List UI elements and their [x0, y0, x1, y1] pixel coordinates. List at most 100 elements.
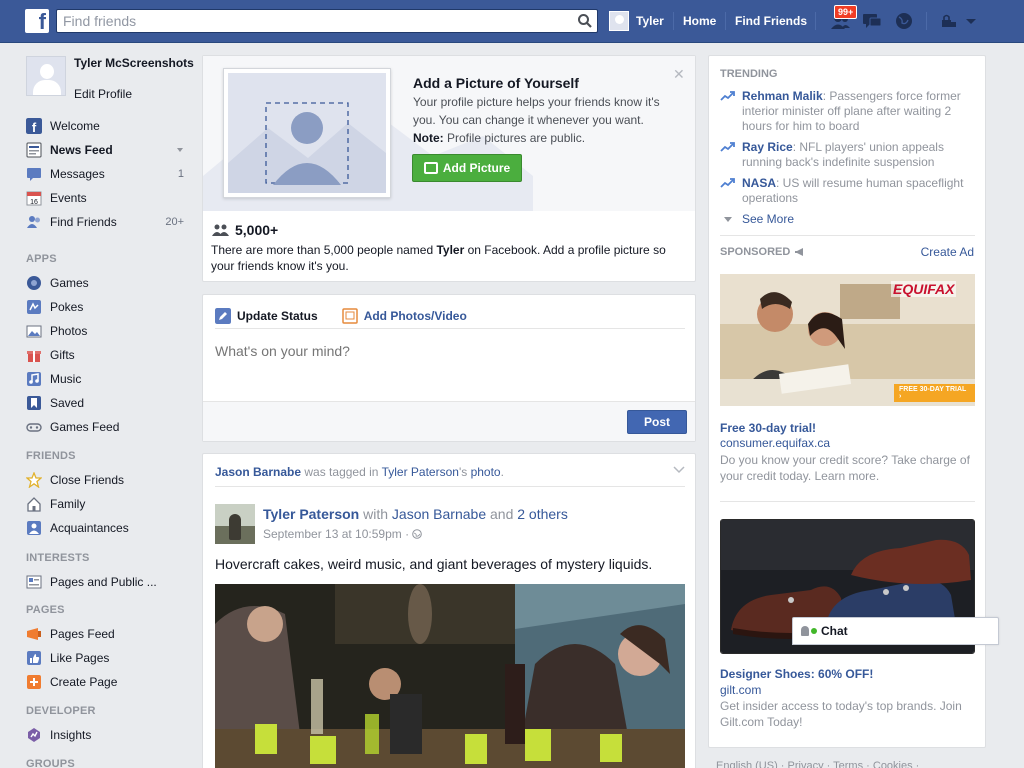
sidebar-item-label: Close Friends	[50, 473, 125, 487]
sidebar-item-messages[interactable]: Messages 1	[26, 162, 186, 186]
tab-update-status[interactable]: Update Status	[215, 307, 318, 324]
sidebar-item-like-pages[interactable]: Like Pages	[26, 646, 186, 670]
sponsored-label: SPONSORED	[720, 246, 791, 258]
star-icon	[26, 472, 42, 488]
globe-icon[interactable]	[893, 11, 915, 31]
sidebar-item-music[interactable]: Music	[26, 367, 186, 391]
person-icon	[801, 626, 809, 636]
tab-add-photos-video[interactable]: Add Photos/Video	[341, 307, 467, 324]
like-icon	[27, 651, 41, 665]
sidebar-item-pages-and-public[interactable]: Pages and Public ...	[26, 570, 186, 594]
fb-icon: f	[26, 118, 42, 134]
others-link[interactable]: 2 others	[517, 506, 568, 522]
sidebar-item-label: News Feed	[50, 143, 113, 157]
author-link[interactable]: Tyler Paterson	[263, 506, 359, 522]
footer-links[interactable]: English (US) · Privacy · Terms · Cookies…	[716, 760, 919, 768]
sidebar-item-welcome[interactable]: f Welcome	[26, 114, 186, 138]
chevron-down-icon[interactable]	[673, 464, 685, 474]
free-trial-ribbon: FREE 30-DAY TRIAL ›	[894, 384, 975, 402]
pages-feed-icon	[27, 628, 41, 640]
sidebar-item-pokes[interactable]: Pokes	[26, 295, 186, 319]
story-context-text: .	[500, 465, 504, 479]
notification-badge: 99+	[834, 5, 858, 19]
story-photo[interactable]	[215, 584, 685, 768]
sidebar-item-news-feed[interactable]: News Feed	[26, 138, 186, 162]
close-icon[interactable]: ✕	[673, 66, 685, 83]
post-button[interactable]: Post	[627, 410, 687, 434]
sidebar-item-pages-feed[interactable]: Pages Feed	[26, 622, 186, 646]
story-timestamp[interactable]: September 13 at 10:59pm ·	[263, 527, 423, 541]
ad-url-link[interactable]: gilt.com	[720, 683, 761, 697]
add-picture-button-label: Add Picture	[442, 161, 511, 175]
sidebar-item-games-feed[interactable]: Games Feed	[26, 415, 186, 439]
add-picture-button[interactable]: Add Picture	[412, 154, 522, 182]
ad-title-link[interactable]: Designer Shoes: 60% OFF!	[720, 667, 873, 681]
add-picture-text: Your profile picture helps your friends …	[413, 93, 683, 147]
sidebar-item-gifts[interactable]: Gifts	[26, 343, 186, 367]
author-avatar[interactable]	[215, 504, 255, 544]
trending-item[interactable]: Rehman Malik: Passengers force former in…	[720, 89, 975, 134]
sidebar-item-label: Pokes	[50, 300, 84, 314]
nav-home-link[interactable]: Home	[683, 14, 716, 28]
sidebar-item-insights[interactable]: Insights	[26, 723, 186, 747]
sidebar-item-label: Events	[50, 191, 87, 205]
search-icon[interactable]	[577, 13, 593, 29]
create-ad-link[interactable]: Create Ad	[921, 245, 974, 259]
gifts-icon	[27, 351, 41, 362]
party-scene-photo	[215, 584, 685, 768]
messages-icon[interactable]	[861, 11, 883, 31]
facebook-logo-icon[interactable]: f	[25, 9, 49, 33]
status-input[interactable]	[215, 343, 675, 359]
edit-profile-link[interactable]: Edit Profile	[74, 87, 132, 101]
sidebar-item-label: Saved	[50, 396, 85, 410]
search-box	[56, 9, 598, 33]
see-more-link[interactable]: See More	[724, 212, 794, 226]
with-friend-link[interactable]: Jason Barnabe	[392, 506, 486, 522]
sidebar-item-count: 20+	[165, 216, 184, 228]
pokes-icon	[27, 300, 41, 314]
profile-name-link[interactable]: Tyler McScreenshots	[74, 56, 194, 71]
privacy-lock-icon[interactable]	[938, 11, 960, 31]
trending-arrow-icon	[720, 142, 735, 152]
trending-item[interactable]: NASA: US will resume human spaceflight o…	[720, 176, 975, 206]
photo-link[interactable]: photo	[471, 465, 501, 479]
sidebar-item-label: Create Page	[50, 675, 118, 689]
timestamp-text: September 13 at 10:59pm ·	[263, 527, 413, 541]
sidebar-item-saved[interactable]: Saved	[26, 391, 186, 415]
owner-link[interactable]: Tyler Paterson	[382, 465, 459, 479]
chevron-down-icon[interactable]	[176, 146, 184, 154]
section-header-pages: PAGES	[26, 604, 65, 616]
sidebar-item-family[interactable]: Family	[26, 492, 186, 516]
sidebar-item-label: Family	[50, 497, 86, 511]
trending-arrow-icon	[720, 178, 735, 188]
megaphone-icon	[795, 248, 804, 256]
chevron-down-icon[interactable]	[964, 11, 978, 31]
sidebar-item-events[interactable]: 16 Events	[26, 186, 186, 210]
nav-profile-link[interactable]: Tyler	[609, 10, 664, 32]
sidebar-item-label: Messages	[50, 167, 105, 181]
family-icon	[27, 497, 41, 512]
equifax-brand: EQUIFAX	[891, 281, 957, 297]
equifax-ad-image[interactable]: EQUIFAX FREE 30-DAY TRIAL ›	[720, 274, 975, 406]
games-icon	[27, 276, 41, 290]
ad-title-link[interactable]: Free 30-day trial!	[720, 421, 816, 435]
tagger-link[interactable]: Jason Barnabe	[215, 465, 301, 479]
sidebar-item-photos[interactable]: Photos	[26, 319, 186, 343]
story-text: Hovercraft cakes, weird music, and giant…	[215, 556, 653, 572]
nav-find-friends-link[interactable]: Find Friends	[735, 14, 807, 28]
sidebar-item-games[interactable]: Games	[26, 271, 186, 295]
people-count: 5,000+	[212, 222, 278, 238]
see-more-label: See More	[742, 212, 795, 226]
ad-url-link[interactable]: consumer.equifax.ca	[720, 436, 830, 450]
chat-tab[interactable]: Chat	[792, 617, 999, 645]
sidebar-item-close-friends[interactable]: Close Friends	[26, 468, 186, 492]
games-feed-icon	[26, 423, 42, 432]
sidebar-item-acquaintances[interactable]: Acquaintances	[26, 516, 186, 540]
divider	[215, 486, 685, 487]
sidebar-item-create-page[interactable]: Create Page	[26, 670, 186, 694]
trending-item[interactable]: Ray Rice: NFL players' union appeals run…	[720, 140, 975, 170]
sidebar-item-label: Pages and Public ...	[50, 575, 157, 589]
search-input[interactable]	[57, 10, 557, 32]
profile-avatar[interactable]	[26, 56, 66, 96]
sidebar-item-find-friends[interactable]: Find Friends 20+	[26, 210, 186, 234]
